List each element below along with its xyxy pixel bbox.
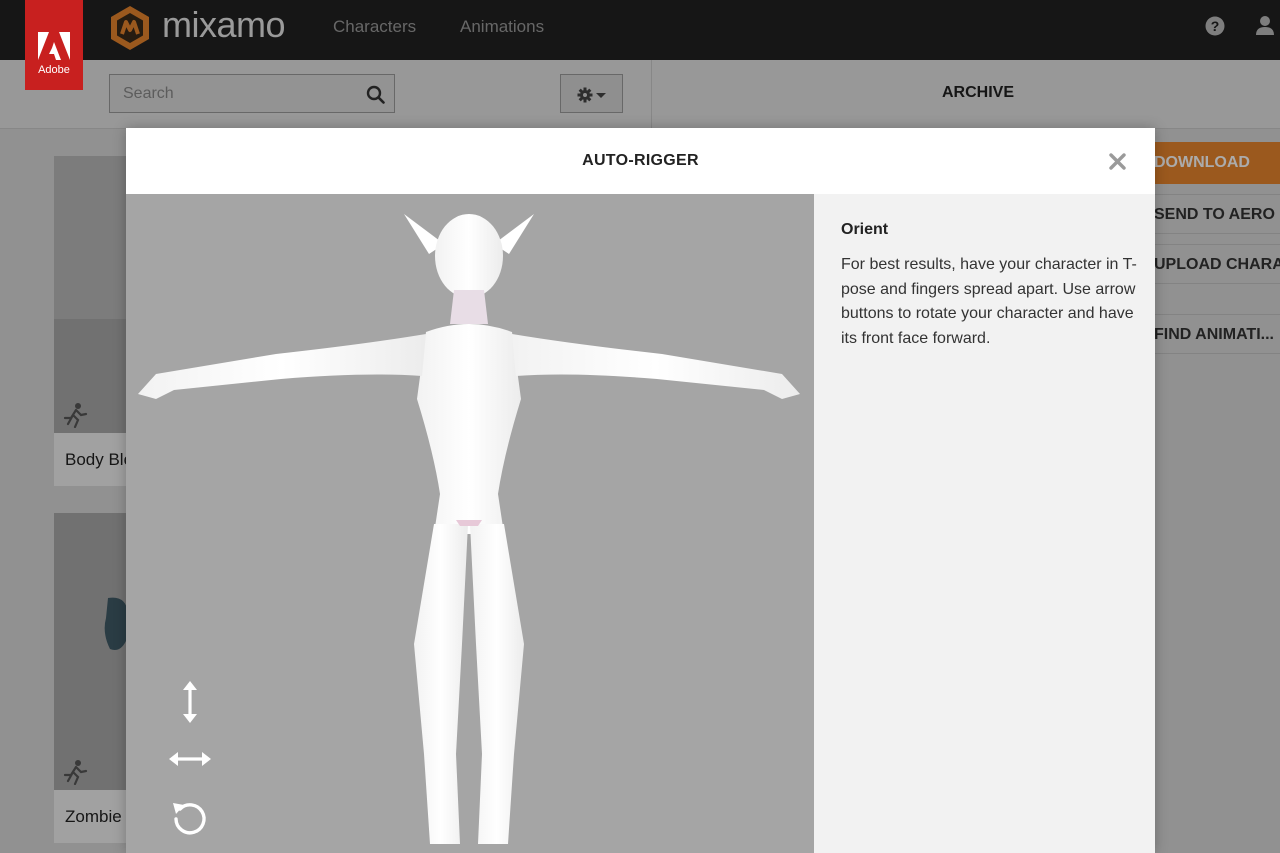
vertical-arrows-icon[interactable] <box>180 680 200 729</box>
instructions-panel: Orient For best results, have your chara… <box>814 194 1155 853</box>
step-title: Orient <box>841 221 889 238</box>
adobe-logo[interactable]: Adobe <box>25 0 83 90</box>
3d-viewport[interactable] <box>126 194 814 853</box>
dialog-title: AUTO-RIGGER <box>582 152 699 169</box>
horizontal-arrows-icon[interactable] <box>168 749 212 774</box>
character-model <box>138 214 800 844</box>
dialog-header: AUTO-RIGGER <box>126 128 1155 194</box>
auto-rigger-dialog: AUTO-RIGGER Orient For best results, hav… <box>126 128 1155 853</box>
adobe-label: Adobe <box>38 64 70 76</box>
step-description: For best results, have your character in… <box>841 256 1137 347</box>
rotate-icon[interactable] <box>170 797 210 842</box>
adobe-icon <box>38 32 70 60</box>
close-icon[interactable] <box>1109 153 1126 175</box>
